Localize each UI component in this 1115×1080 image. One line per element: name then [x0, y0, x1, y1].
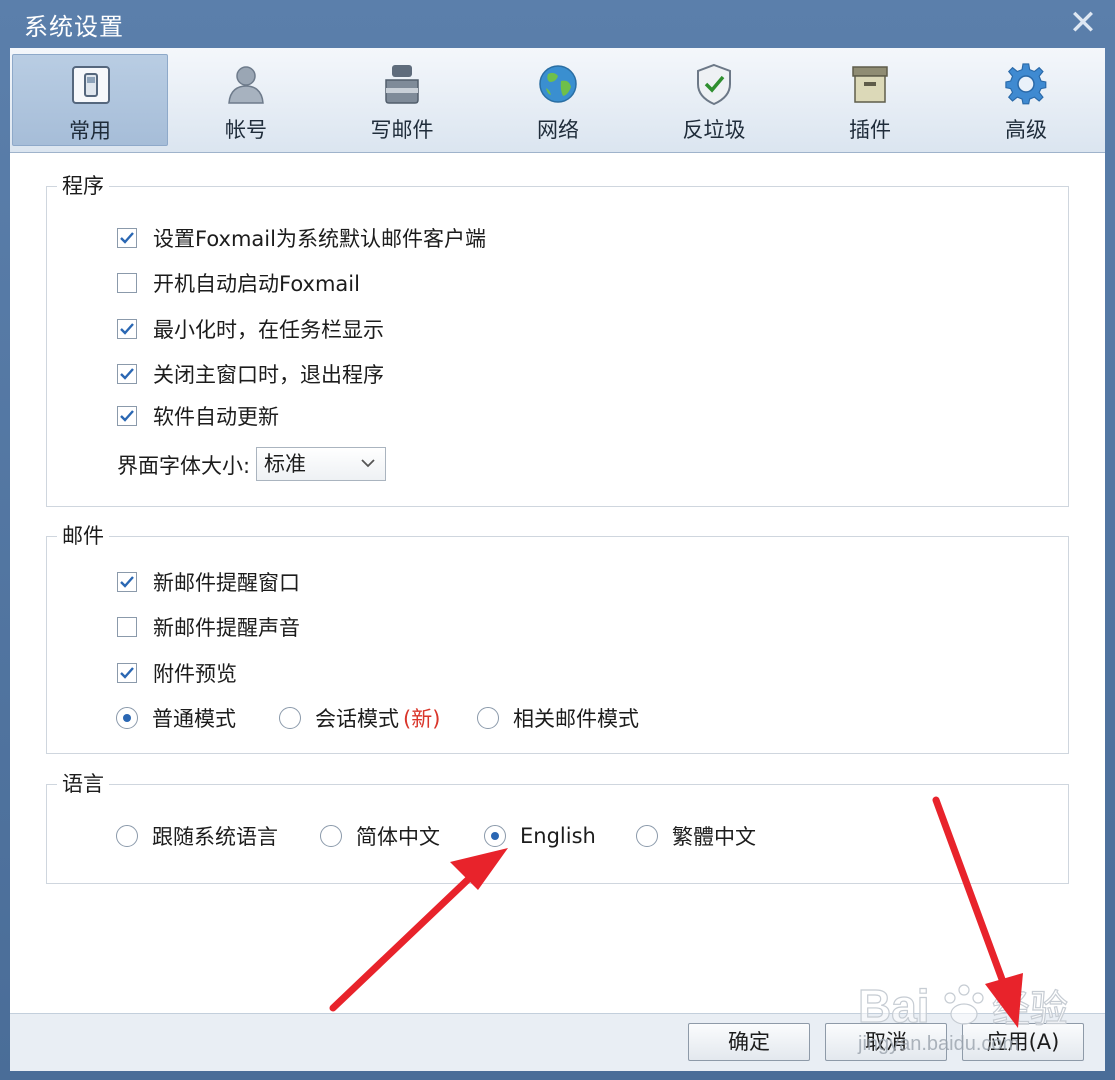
window-title: 系统设置 — [24, 13, 124, 41]
option-new-mail-popup-label: 新邮件提醒窗口 — [153, 571, 300, 595]
option-auto-update-label: 软件自动更新 — [153, 405, 279, 429]
option-attachment-preview-label: 附件预览 — [153, 662, 237, 686]
lang-simplified-chinese[interactable]: 简体中文 — [320, 821, 440, 851]
title-bar[interactable]: 系统设置 ✕ — [0, 0, 1115, 48]
option-attachment-preview[interactable]: 附件预览 — [117, 658, 237, 688]
account-icon — [228, 66, 264, 104]
new-badge: (新) — [403, 707, 441, 731]
compose-icon — [385, 65, 419, 104]
settings-toolbar: 常用 帐号 写邮件 网络 反垃圾 插件 高级 — [10, 48, 1105, 153]
globe-icon — [539, 65, 577, 103]
dialog-footer: 确定 取消 应用(A) — [10, 1013, 1105, 1071]
tab-plugins-label: 插件 — [849, 118, 891, 142]
tab-network-label: 网络 — [537, 118, 579, 142]
mode-normal[interactable]: 普通模式 — [116, 703, 236, 733]
shield-icon — [697, 63, 731, 106]
language-group: 语言 跟随系统语言 简体中文 English 繁體中文 — [46, 768, 1069, 884]
language-group-title: 语言 — [57, 768, 109, 798]
program-group: 程序 设置Foxmail为系统默认邮件客户端 开机自动启动Foxmail 最小化… — [46, 170, 1069, 507]
lang-simplified-chinese-label: 简体中文 — [356, 825, 440, 849]
program-group-title: 程序 — [57, 170, 109, 200]
checkbox-default-client[interactable] — [117, 228, 137, 248]
font-size-value: 标准 — [264, 452, 306, 476]
option-close-exit-label: 关闭主窗口时，退出程序 — [153, 363, 384, 387]
chevron-down-icon — [361, 459, 375, 468]
radio-lang-simplified-chinese[interactable] — [320, 825, 342, 847]
lang-traditional-chinese-label: 繁體中文 — [672, 825, 756, 849]
mode-normal-label: 普通模式 — [152, 707, 236, 731]
checkbox-auto-update[interactable] — [117, 406, 137, 426]
font-size-label: 界面字体大小: — [117, 454, 251, 478]
tab-advanced-label: 高级 — [1005, 118, 1047, 142]
radio-mode-related[interactable] — [477, 707, 499, 729]
checkbox-autostart[interactable] — [117, 273, 137, 293]
option-minimize-taskbar[interactable]: 最小化时，在任务栏显示 — [117, 314, 384, 344]
radio-lang-traditional-chinese[interactable] — [636, 825, 658, 847]
settings-content: 程序 设置Foxmail为系统默认邮件客户端 开机自动启动Foxmail 最小化… — [10, 153, 1105, 1013]
ok-button[interactable]: 确定 — [688, 1023, 810, 1061]
checkbox-new-mail-popup[interactable] — [117, 572, 137, 592]
lang-english-label: English — [520, 824, 596, 848]
tab-plugins[interactable]: 插件 — [792, 54, 948, 146]
mode-conversation-label: 会话模式 — [315, 707, 399, 731]
checkbox-close-exit[interactable] — [117, 364, 137, 384]
radio-lang-follow-system[interactable] — [116, 825, 138, 847]
close-icon[interactable]: ✕ — [1065, 6, 1101, 42]
option-autostart[interactable]: 开机自动启动Foxmail — [117, 268, 360, 298]
option-new-mail-sound-label: 新邮件提醒声音 — [153, 616, 300, 640]
radio-mode-conversation[interactable] — [279, 707, 301, 729]
plugin-box-icon — [852, 66, 888, 103]
option-new-mail-popup[interactable]: 新邮件提醒窗口 — [117, 567, 300, 597]
radio-mode-normal[interactable] — [116, 707, 138, 729]
tab-antispam-label: 反垃圾 — [682, 118, 746, 142]
lang-english[interactable]: English — [484, 821, 596, 851]
gear-icon — [1005, 63, 1047, 105]
option-autostart-label: 开机自动启动Foxmail — [153, 272, 360, 296]
tab-network[interactable]: 网络 — [480, 54, 636, 146]
tab-general-label: 常用 — [69, 119, 111, 143]
apply-button[interactable]: 应用(A) — [962, 1023, 1084, 1061]
lang-follow-system[interactable]: 跟随系统语言 — [116, 821, 278, 851]
option-auto-update[interactable]: 软件自动更新 — [117, 401, 279, 431]
lang-traditional-chinese[interactable]: 繁體中文 — [636, 821, 756, 851]
option-default-client[interactable]: 设置Foxmail为系统默认邮件客户端 — [117, 223, 486, 253]
mode-conversation[interactable]: 会话模式 (新) — [279, 703, 440, 733]
lang-follow-system-label: 跟随系统语言 — [152, 825, 278, 849]
tab-account-label: 帐号 — [225, 118, 267, 142]
checkbox-new-mail-sound[interactable] — [117, 617, 137, 637]
radio-lang-english[interactable] — [484, 825, 506, 847]
general-icon — [72, 66, 110, 104]
tab-advanced[interactable]: 高级 — [948, 54, 1104, 146]
option-default-client-label: 设置Foxmail为系统默认邮件客户端 — [153, 227, 486, 251]
tab-compose[interactable]: 写邮件 — [324, 54, 480, 146]
settings-window: 系统设置 ✕ 常用 帐号 写邮件 网络 反垃圾 插件 高级 程序 设置Foxma… — [0, 0, 1115, 1080]
mail-group-title: 邮件 — [57, 520, 109, 550]
tab-general[interactable]: 常用 — [12, 54, 168, 146]
tab-account[interactable]: 帐号 — [168, 54, 324, 146]
option-new-mail-sound[interactable]: 新邮件提醒声音 — [117, 612, 300, 642]
checkbox-minimize-taskbar[interactable] — [117, 319, 137, 339]
mail-group: 邮件 新邮件提醒窗口 新邮件提醒声音 附件预览 普通模式 会话模式 (新) 相关… — [46, 520, 1069, 754]
mode-related[interactable]: 相关邮件模式 — [477, 703, 639, 733]
option-close-exit[interactable]: 关闭主窗口时，退出程序 — [117, 359, 384, 389]
tab-antispam[interactable]: 反垃圾 — [636, 54, 792, 146]
mode-related-label: 相关邮件模式 — [513, 707, 639, 731]
font-size-select[interactable]: 标准 — [256, 447, 386, 481]
option-minimize-taskbar-label: 最小化时，在任务栏显示 — [153, 318, 384, 342]
checkbox-attachment-preview[interactable] — [117, 663, 137, 683]
cancel-button[interactable]: 取消 — [825, 1023, 947, 1061]
tab-compose-label: 写邮件 — [370, 118, 434, 142]
